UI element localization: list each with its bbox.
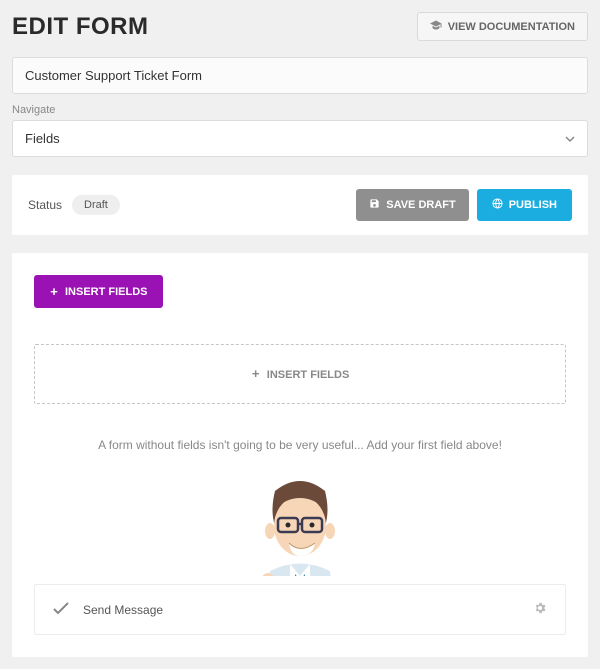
empty-state-message: A form without fields isn't going to be …: [34, 438, 566, 452]
send-message-action[interactable]: Send Message: [34, 584, 566, 635]
plus-icon: +: [251, 367, 261, 380]
navigate-label: Navigate: [12, 104, 588, 116]
save-draft-button[interactable]: SAVE DRAFT: [356, 189, 468, 221]
chevron-down-icon: [565, 132, 575, 146]
check-icon: [53, 602, 69, 618]
dropzone-label: INSERT FIELDS: [267, 369, 350, 381]
status-label: Status: [28, 198, 62, 212]
globe-icon: [492, 198, 503, 212]
view-documentation-label: VIEW DOCUMENTATION: [448, 21, 575, 33]
publish-button[interactable]: PUBLISH: [477, 189, 572, 221]
publish-label: PUBLISH: [509, 199, 557, 211]
plus-icon: +: [49, 285, 59, 298]
graduation-cap-icon: [430, 20, 442, 33]
form-title-input[interactable]: [12, 57, 588, 94]
insert-fields-button[interactable]: + INSERT FIELDS: [34, 275, 163, 308]
save-icon: [369, 198, 380, 212]
navigate-select[interactable]: Fields: [12, 120, 588, 157]
navigate-selected-value: Fields: [25, 131, 60, 146]
fields-panel: + INSERT FIELDS + INSERT FIELDS A form w…: [12, 253, 588, 657]
save-draft-label: SAVE DRAFT: [386, 199, 455, 211]
page-title: EDIT FORM: [12, 13, 149, 41]
insert-fields-button-label: INSERT FIELDS: [65, 286, 148, 298]
insert-fields-dropzone[interactable]: + INSERT FIELDS: [34, 344, 566, 404]
gear-icon[interactable]: [533, 601, 547, 618]
status-badge: Draft: [72, 195, 120, 215]
send-message-label: Send Message: [83, 603, 163, 617]
view-documentation-button[interactable]: VIEW DOCUMENTATION: [417, 12, 588, 41]
helper-avatar: [34, 476, 566, 576]
status-bar: Status Draft SAVE DRAFT PUBLISH: [12, 175, 588, 235]
